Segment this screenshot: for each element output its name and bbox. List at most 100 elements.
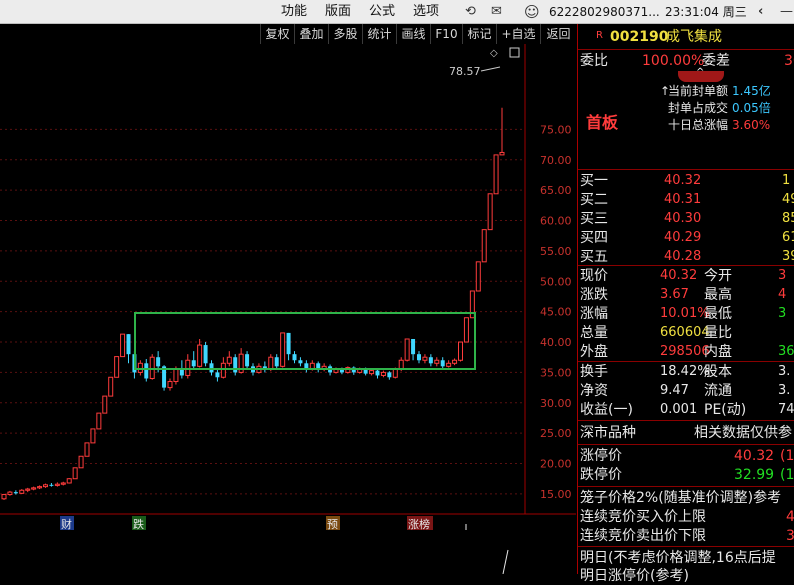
stat-label: 总量 [580, 325, 608, 341]
buy-upper-value: 4 [786, 509, 794, 525]
tomorrow-line-2: 明日涨停价(参考) [580, 568, 689, 584]
stat-value: 3.67 [660, 287, 689, 302]
seal-amount-label: 当前封单额 [668, 84, 729, 98]
fund-value: 0.001 [660, 402, 698, 417]
sell-lower-value: 3 [786, 528, 794, 544]
draw-line-button[interactable]: 画线 [396, 24, 430, 44]
candle-body [487, 193, 493, 231]
back-button[interactable]: 返回 [540, 24, 576, 44]
bid-volume: 1 [782, 173, 791, 188]
menu-layout[interactable]: 版面 [325, 0, 351, 24]
overlay-button[interactable]: 叠加 [294, 24, 328, 44]
menu-options[interactable]: 选项 [413, 0, 439, 24]
bid-price[interactable]: 40.31 [664, 191, 701, 209]
event-markers: 财 跌 预 涨榜 [60, 516, 433, 531]
stat-value: 40.32 [660, 268, 698, 283]
candle-body [19, 489, 25, 494]
window-toggle-icon[interactable] [509, 47, 520, 58]
marker-drop[interactable]: 跌 [133, 517, 144, 531]
limit-down-label: 跌停价 [580, 467, 622, 483]
candle-body [60, 482, 66, 485]
fund-value-2: 3. [778, 383, 791, 398]
kline-chart[interactable]: 75.00 70.00 65.00 60.00 55.00 50.00 45.00 40.00… [0, 44, 576, 574]
bid-label: 买五 [580, 249, 608, 265]
stat-label: 外盘 [580, 344, 608, 360]
bid-price[interactable]: 40.28 [664, 248, 701, 266]
weibi-label: 委比 [580, 53, 608, 69]
user-icon[interactable]: ☺ [524, 4, 540, 20]
stock-code: 002190 [610, 29, 669, 45]
fund-value: 9.47 [660, 383, 689, 398]
menu-formula[interactable]: 公式 [369, 0, 395, 24]
candle-body [475, 261, 481, 292]
f10-button[interactable]: F10 [430, 24, 462, 44]
candle-body [268, 356, 274, 370]
candle-body [197, 344, 203, 367]
market-label: 深市品种 [580, 425, 636, 441]
stat-value-2: 3 [778, 306, 787, 321]
candle-body [375, 370, 380, 376]
candle-body [280, 332, 286, 367]
fund-value: 18.42% [660, 364, 710, 379]
menu-function[interactable]: 功能 [281, 0, 307, 24]
candle-body [13, 492, 18, 494]
candle-body [72, 467, 78, 480]
y-axis-label: 30.00 [540, 397, 572, 410]
marker-forecast[interactable]: 预 [327, 518, 338, 531]
y-axis-label: 25.00 [540, 427, 572, 440]
bid-volume: 85 [782, 211, 794, 226]
stock-name[interactable]: 成飞集成 [666, 28, 722, 46]
stat-value-2: 3 [778, 268, 787, 283]
add-watchlist-button[interactable]: +自选 [496, 24, 540, 44]
y-axis-label: 35.00 [540, 366, 572, 379]
y-axis-label: 40.00 [540, 336, 572, 349]
bid-volume: 61 [782, 230, 794, 245]
clock: 23:31:04 周三 [665, 5, 747, 19]
fund-label: 换手 [580, 364, 608, 380]
candle-body [493, 154, 499, 195]
candle-body [137, 362, 143, 373]
candle-body [422, 356, 428, 361]
close-icon[interactable]: — [780, 4, 793, 20]
bid-price[interactable]: 40.29 [664, 229, 701, 247]
mark-button[interactable]: 标记 [462, 24, 496, 44]
bid-price[interactable]: 40.32 [664, 172, 701, 190]
collapse-toggle[interactable]: ^ [678, 67, 724, 82]
code-prefix: R [596, 30, 603, 41]
candle-body [387, 372, 392, 378]
candle-body [245, 354, 250, 367]
candle-body [25, 488, 31, 491]
buy-upper-label: 连续竞价买入价上限 [580, 509, 706, 525]
marker-limit-up-list[interactable]: 涨榜 [408, 517, 430, 531]
y-axis-labels: 75.00 70.00 65.00 60.00 55.00 50.00 45.00 40.00… [540, 123, 572, 501]
marker-finance[interactable]: 财 [61, 517, 72, 531]
fund-label: 收益(一) [580, 402, 633, 418]
bid-label: 买四 [580, 230, 608, 246]
seal-ratio-value: 0.05倍 [732, 101, 771, 115]
kline-svg[interactable]: 75.00 70.00 65.00 60.00 55.00 50.00 45.00 40.00… [0, 44, 576, 574]
stats-button[interactable]: 统计 [362, 24, 396, 44]
candle-body [220, 362, 226, 378]
fuquan-button[interactable]: 复权 [260, 24, 294, 44]
candle-body [434, 359, 440, 364]
candle-body [458, 341, 463, 361]
candle-body [446, 362, 452, 367]
candle-body [185, 359, 191, 376]
limit-up-suffix: (10 [780, 448, 794, 464]
bid-price[interactable]: 40.30 [664, 210, 701, 228]
limit-down-suffix: (10 [780, 467, 794, 483]
diamond-icon[interactable]: ◇ [490, 48, 498, 59]
fund-label-2: 流通 [704, 383, 732, 399]
back-chevron-icon[interactable]: ‹ [758, 4, 763, 20]
candle-body [292, 354, 297, 361]
limit-up-label: 涨停价 [580, 448, 622, 464]
refresh-icon[interactable]: ⟲ [465, 4, 476, 20]
mail-icon[interactable]: ✉ [491, 4, 502, 20]
multi-stock-button[interactable]: 多股 [328, 24, 362, 44]
weicha-value: 30 [784, 53, 794, 69]
candle-body [463, 317, 469, 343]
candles [1, 107, 505, 500]
seal-amount-value: 1.45亿 [732, 84, 771, 98]
candle-body [233, 357, 238, 373]
stat-label-2: 量比 [704, 325, 732, 341]
